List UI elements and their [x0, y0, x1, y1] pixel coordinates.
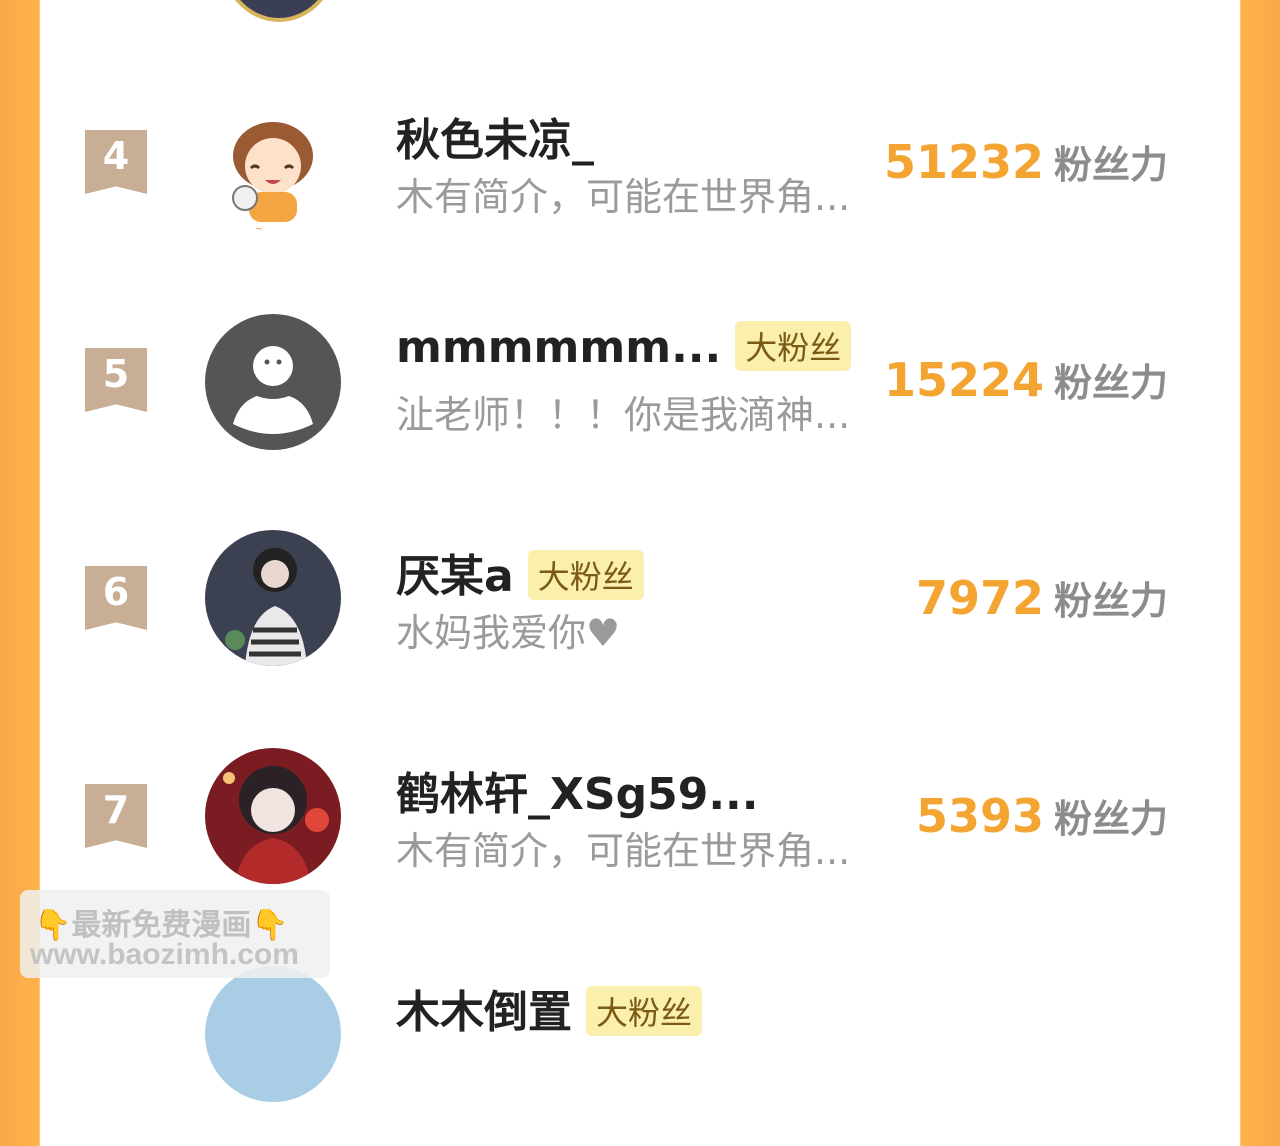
- list-item[interactable]: 4 ~ 秋色未凉_ 木有简介，可能在世界角... 51232 粉丝力: [40, 56, 1240, 274]
- big-fan-badge: 大粉丝: [735, 321, 852, 371]
- score-value: 5393: [915, 789, 1044, 843]
- fan-power-score: 7972 粉丝力: [916, 570, 1168, 625]
- rank-badge: 6: [85, 566, 147, 630]
- fan-power-score: 5393 粉丝力: [916, 788, 1168, 843]
- fan-power-score: 15224 粉丝力: [884, 352, 1168, 407]
- avatar[interactable]: [205, 748, 341, 884]
- watermark-url: www.baozimh.com: [30, 938, 299, 971]
- user-name-row: 木木倒置 大粉丝: [396, 976, 703, 1040]
- watermark: 👇最新免费漫画👇 www.baozimh.com: [20, 890, 330, 978]
- user-name-row: mmmmmm... 大粉丝: [396, 321, 852, 375]
- score-unit: 粉丝力: [1053, 361, 1168, 405]
- score-unit: 粉丝力: [1053, 797, 1168, 841]
- user-description: 木有简介，可能在世界角...: [396, 829, 851, 873]
- avatar[interactable]: ~: [205, 108, 341, 244]
- user-name-row: 厌某a 大粉丝: [396, 540, 644, 604]
- user-name: mmmmmm...: [396, 322, 722, 373]
- rank-badge: 5: [85, 348, 147, 412]
- user-name: 木木倒置: [396, 987, 572, 1038]
- user-name: 秋色未凉_: [396, 115, 594, 166]
- rank-badge: 4: [85, 130, 147, 194]
- user-name: 厌某a: [396, 551, 514, 602]
- user-name: 鹤林轩_XSg59...: [396, 769, 759, 820]
- user-description: 木有简介，可能在世界角...: [396, 175, 851, 219]
- default-avatar-icon[interactable]: [205, 314, 341, 450]
- avatar[interactable]: [205, 966, 341, 1102]
- score-unit: 粉丝力: [1053, 579, 1168, 623]
- score-value: 15224: [883, 353, 1044, 407]
- score-unit: 粉丝力: [1053, 143, 1168, 187]
- fan-power-score: 51232 粉丝力: [884, 134, 1168, 189]
- avatar[interactable]: [205, 530, 341, 666]
- rank-badge: 7: [85, 784, 147, 848]
- svg-text:~: ~: [255, 224, 263, 235]
- big-fan-badge: 大粉丝: [586, 986, 703, 1036]
- list-item[interactable]: 6 厌某a 大粉丝 水妈我爱你♥ 7972 粉丝力: [40, 492, 1240, 710]
- list-item[interactable]: 5 mmmmmm... 大粉丝 沚老师！！！你是我滴神... 15224 粉丝力: [40, 274, 1240, 492]
- big-fan-badge: 大粉丝: [527, 550, 644, 600]
- avatar[interactable]: [218, 0, 340, 22]
- user-description: 水妈我爱你♥: [396, 611, 621, 655]
- score-value: 51232: [883, 135, 1044, 189]
- user-description: 沚老师！！！你是我滴神...: [396, 393, 851, 437]
- score-value: 7972: [915, 571, 1044, 625]
- leaderboard-panel: 4 ~ 秋色未凉_ 木有简介，可能在世界角... 51232 粉丝力 5 mmm…: [40, 0, 1240, 1102]
